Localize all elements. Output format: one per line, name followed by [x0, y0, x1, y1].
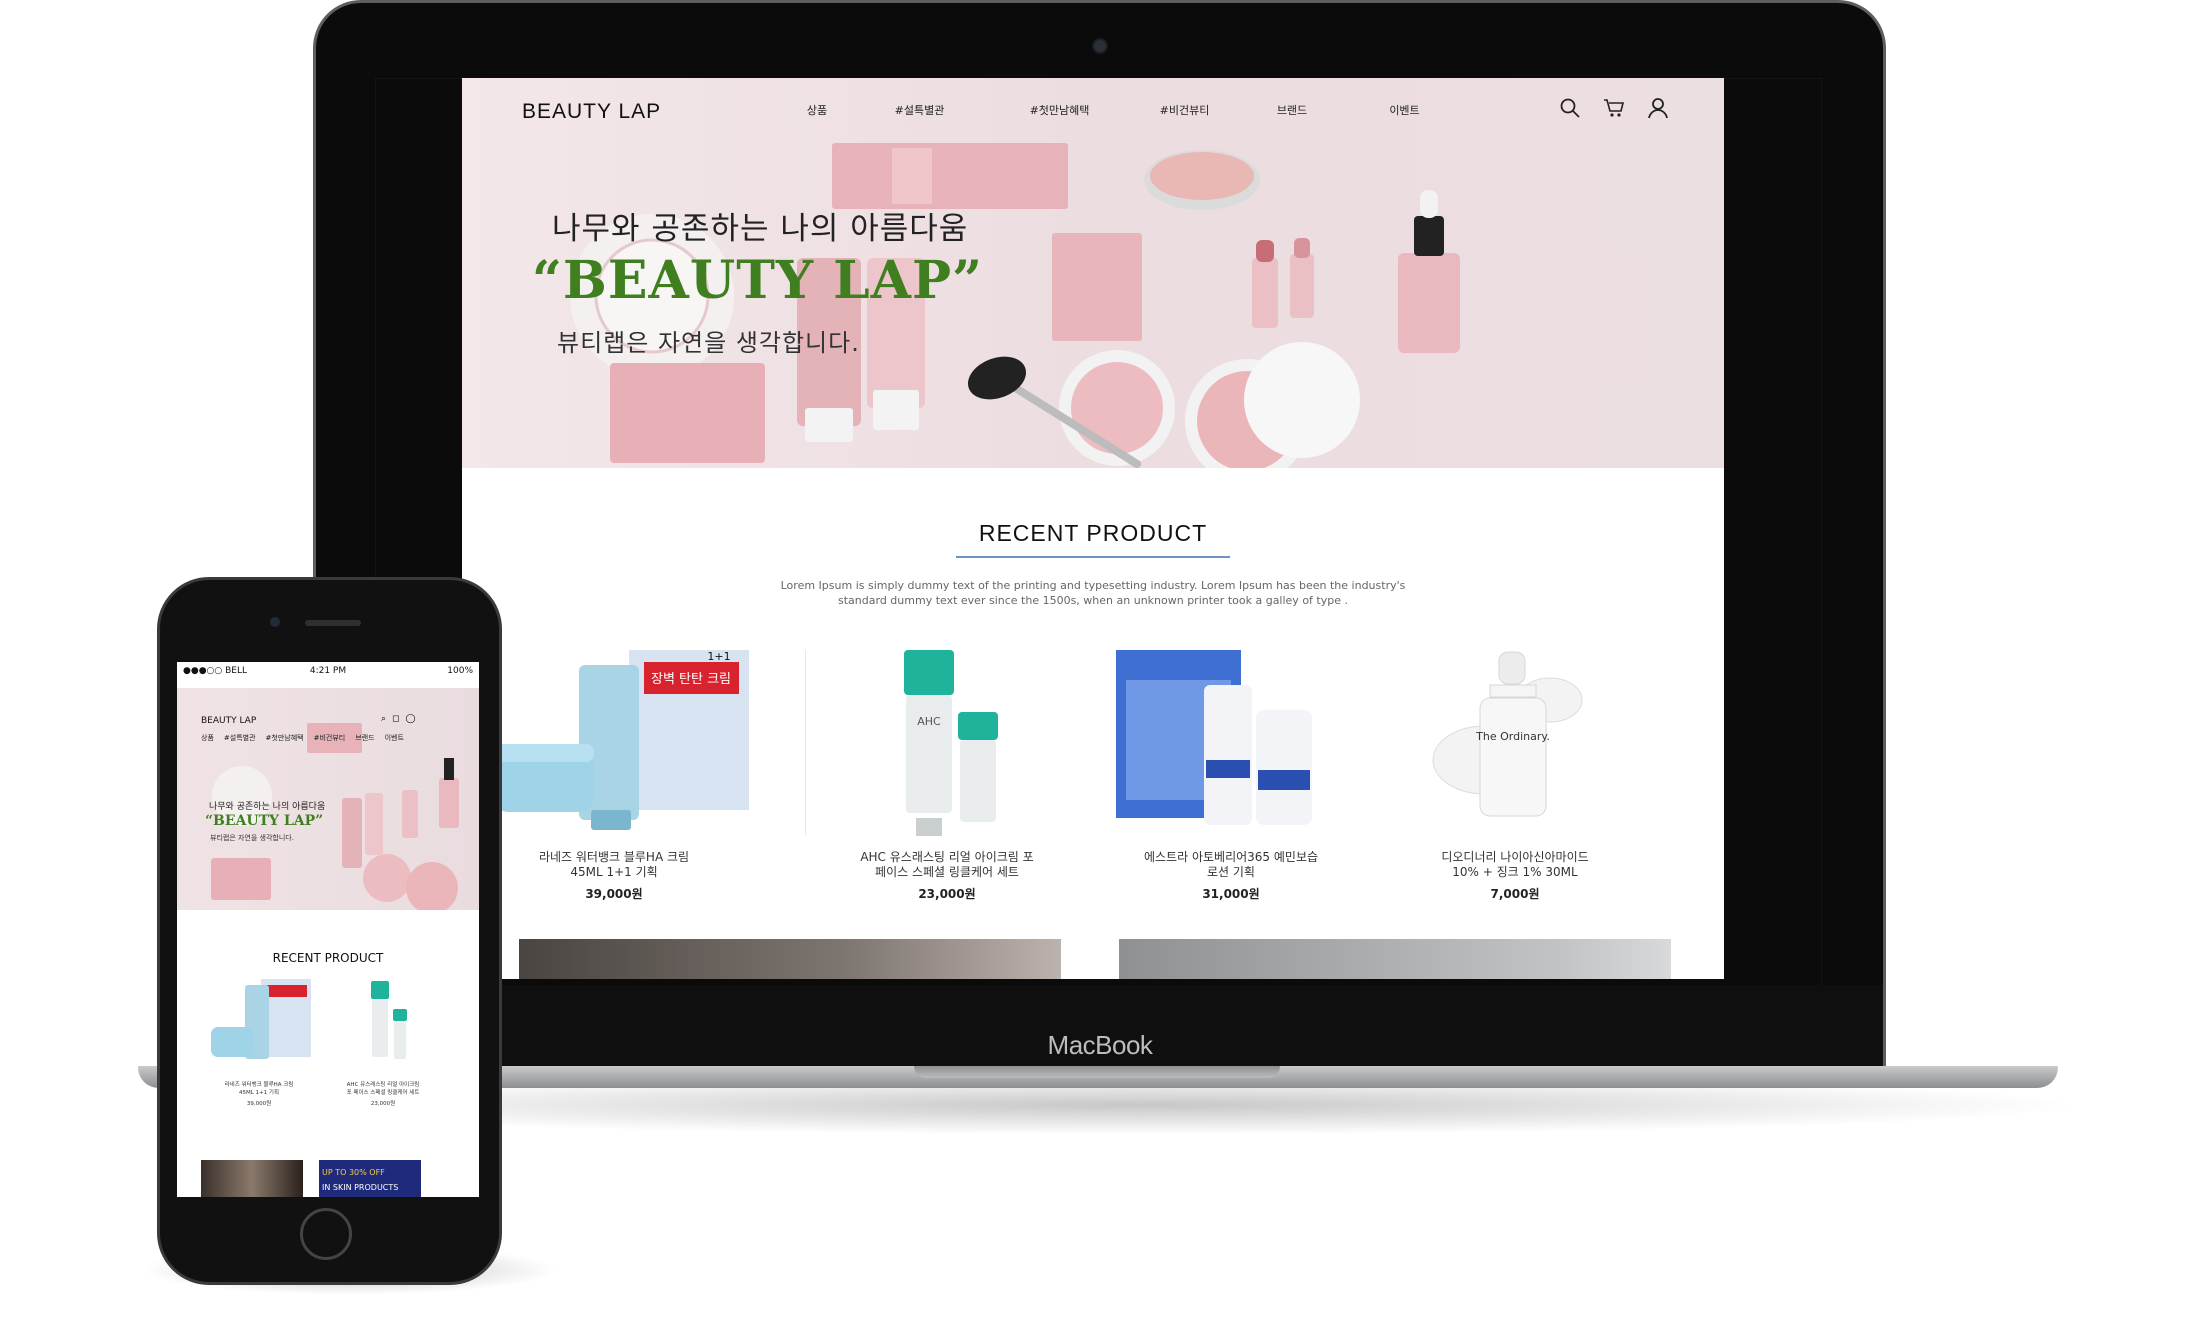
hero-headline: 나무와 공존하는 나의 아름다움	[552, 211, 969, 247]
phone-home-button[interactable]	[300, 1208, 352, 1260]
phone-product-name: AHC 유스래스팅 리얼 아이크림 포 페이스 스페셜 링클케어 세트	[323, 1081, 443, 1097]
product-price: 39,000원	[585, 887, 643, 901]
product-name-line2: 페이스 스페셜 링클케어 세트	[875, 865, 1019, 879]
recent-product-title: RECENT PRODUCT	[978, 520, 1208, 546]
product-card[interactable]: The Ordinary. 디오디너리 나이아신아마이드 10% + 징크 1%…	[1380, 640, 1650, 940]
phone-site-logo[interactable]: BEAUTY LAP	[201, 716, 256, 726]
phone-product-name: 라네즈 워터뱅크 블루HA 크림 45ML 1+1 기획	[199, 1081, 319, 1097]
nav-item-vegan-beauty[interactable]: #비건뷰티	[1127, 102, 1242, 118]
product-image-laneige[interactable]: 장벽 탄탄 크림 1+1	[479, 640, 749, 850]
promo-banner-line2: IN SKIN PRODUCTS	[322, 1183, 399, 1192]
product-price: 23,000원	[918, 887, 976, 901]
phone-nav-icons: ⌕ ◻ ◯	[381, 714, 416, 724]
promo-banner-right[interactable]	[1119, 939, 1671, 979]
phone-product-image-ahc[interactable]	[323, 975, 443, 1075]
phone-product-card[interactable]: AHC 유스래스팅 리얼 아이크림 포 페이스 스페셜 링클케어 세트 23,0…	[323, 975, 443, 1107]
product-label-ordinary: The Ordinary.	[1475, 730, 1550, 743]
phone-promo-banner-right[interactable]: UP TO 30% OFF IN SKIN PRODUCTS	[319, 1160, 421, 1197]
phone-speaker	[305, 620, 361, 626]
cart-icon[interactable]	[1602, 96, 1628, 122]
product-divider	[805, 650, 806, 835]
phone-hero-brand-quote: “BEAUTY LAP”	[205, 813, 324, 829]
recent-product-description: Lorem Ipsum is simply dummy text of the …	[462, 578, 1724, 608]
product-name-line2: 45ML 1+1 기획	[238, 1090, 280, 1096]
phone-recent-product-title: RECENT PRODUCT	[272, 951, 384, 965]
product-name-line2: 포 페이스 스페셜 링클케어 세트	[346, 1090, 420, 1096]
product-label-ahc: AHC	[917, 715, 941, 728]
status-battery: 100%	[447, 666, 473, 676]
search-icon[interactable]	[1558, 96, 1584, 122]
description-line-2: standard dummy text ever since the 1500s…	[838, 594, 1348, 607]
product-name[interactable]: 디오디너리 나이아신아마이드 10% + 징크 1% 30ML	[1390, 850, 1640, 880]
nav-item-brand[interactable]: 브랜드	[1242, 102, 1342, 118]
user-icon[interactable]	[1646, 96, 1672, 122]
laptop-brand-label: MacBook	[1047, 1030, 1153, 1060]
product-name-line1: 에스트라 아토베리어365 예민보습	[1143, 850, 1319, 864]
search-icon[interactable]: ⌕	[381, 714, 386, 724]
product-card[interactable]: 장벽 탄탄 크림 1+1 라네즈 워터뱅크 블루HA 크림 45ML 1+1 기…	[479, 640, 749, 940]
phone-screen: ●●●○○ BELL 4:21 PM 100% BEAUTY LAP ⌕ ◻ ◯…	[177, 662, 479, 1197]
promo-banner-line1: UP TO 30% OFF	[322, 1168, 385, 1177]
product-name-line2: 로션 기획	[1207, 865, 1255, 879]
phone-product-price: 23,000원	[370, 1101, 396, 1107]
phone-nav-item[interactable]: 이벤트	[385, 733, 404, 743]
product-name-line1: AHC 유스래스팅 리얼 아이크림	[346, 1082, 420, 1088]
nav-item-products[interactable]: 상품	[787, 102, 847, 118]
laptop-screen: BEAUTY LAP 상품 #설특별관 #첫만남혜택 #비건뷰티 브랜드 이벤트…	[462, 78, 1724, 979]
product-image-aestura[interactable]	[1096, 640, 1366, 850]
phone-product-card[interactable]: 라네즈 워터뱅크 블루HA 크림 45ML 1+1 기획 39,000원	[199, 975, 319, 1107]
phone-nav-item[interactable]: 상품	[201, 733, 214, 743]
product-image-ahc[interactable]: AHC	[812, 640, 1082, 850]
main-nav: 상품 #설특별관 #첫만남혜택 #비건뷰티 브랜드 이벤트	[787, 102, 1467, 118]
product-label-1: 장벽 탄탄 크림	[651, 672, 731, 687]
product-name-line2: 45ML 1+1 기획	[570, 865, 658, 879]
user-icon[interactable]: ◯	[406, 714, 416, 724]
status-time: 4:21 PM	[309, 666, 347, 676]
phone-status-bar: ●●●○○ BELL 4:21 PM 100%	[177, 662, 479, 680]
product-name[interactable]: AHC 유스래스팅 리얼 아이크림 포 페이스 스페셜 링클케어 세트	[822, 850, 1072, 880]
product-name[interactable]: 에스트라 아토베리어365 예민보습 로션 기획	[1106, 850, 1356, 880]
nav-item-lunar-special[interactable]: #설특별관	[847, 102, 992, 118]
phone-nav-item[interactable]: #비건뷰티	[314, 733, 346, 743]
phone-nav-item[interactable]: #첫만남혜택	[266, 733, 304, 743]
phone-hero-banner: BEAUTY LAP ⌕ ◻ ◯ 상품 #설특별관 #첫만남혜택 #비건뷰티 브…	[177, 688, 479, 910]
phone-hero-headline: 나무와 공존하는 나의 아름다움	[209, 802, 326, 812]
phone-camera	[270, 617, 280, 627]
product-card[interactable]: AHC AHC 유스래스팅 리얼 아이크림 포 페이스 스페셜 링클케어 세트 …	[812, 640, 1082, 940]
laptop-camera	[1092, 38, 1108, 54]
phone-nav-item[interactable]: #설특별관	[224, 733, 256, 743]
title-underline	[956, 556, 1230, 558]
nav-icon-group	[1558, 96, 1672, 122]
phone-product-image-laneige[interactable]	[199, 975, 319, 1075]
phone-nav-item[interactable]: 브랜드	[355, 733, 374, 743]
hero-banner: BEAUTY LAP 상품 #설특별관 #첫만남혜택 #비건뷰티 브랜드 이벤트…	[462, 78, 1724, 468]
product-name-line1: 디오디너리 나이아신아마이드	[1441, 850, 1589, 864]
phone-hero-subline: 뷰티랩은 자연을 생각합니다.	[210, 834, 294, 842]
description-line-1: Lorem Ipsum is simply dummy text of the …	[780, 579, 1406, 592]
product-card[interactable]: 에스트라 아토베리어365 예민보습 로션 기획 31,000원	[1096, 640, 1366, 940]
nav-item-event[interactable]: 이벤트	[1342, 102, 1467, 118]
product-name-line1: 라네즈 워터뱅크 블루HA 크림	[538, 850, 690, 864]
product-price: 31,000원	[1202, 887, 1260, 901]
hero-brand-quote: “BEAUTY LAP”	[532, 250, 984, 311]
product-price: 7,000원	[1490, 887, 1540, 901]
product-name[interactable]: 라네즈 워터뱅크 블루HA 크림 45ML 1+1 기획	[489, 850, 739, 880]
product-label-1plus1: 1+1	[707, 650, 730, 663]
site-logo[interactable]: BEAUTY LAP	[522, 100, 661, 124]
nav-item-first-benefit[interactable]: #첫만남혜택	[992, 102, 1127, 118]
promo-banner-left[interactable]	[519, 939, 1061, 979]
phone-main-nav: 상품 #설특별관 #첫만남혜택 #비건뷰티 브랜드 이벤트	[201, 733, 404, 743]
product-name-line1: AHC 유스래스팅 리얼 아이크림 포	[860, 850, 1034, 864]
phone-product-price: 39,000원	[246, 1101, 272, 1107]
hero-subline: 뷰티랩은 자연을 생각합니다.	[557, 329, 860, 357]
product-name-line2: 10% + 징크 1% 30ML	[1452, 865, 1578, 879]
product-image-ordinary[interactable]: The Ordinary.	[1380, 640, 1650, 850]
product-name-line1: 라네즈 워터뱅크 블루HA 크림	[224, 1082, 294, 1088]
laptop-notch	[914, 1066, 1280, 1078]
cart-icon[interactable]: ◻	[392, 714, 399, 724]
phone-promo-banner-left[interactable]	[201, 1160, 303, 1197]
